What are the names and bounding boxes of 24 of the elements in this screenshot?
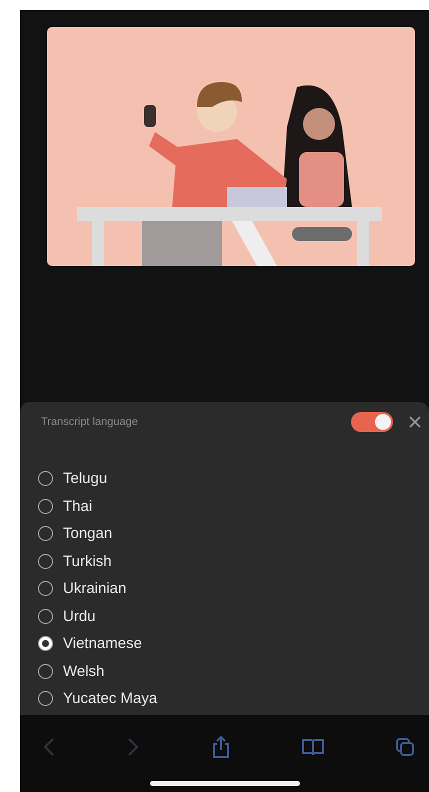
language-label[interactable]: Urdu — [63, 608, 96, 625]
book-icon[interactable] — [300, 737, 325, 757]
language-label[interactable]: Ukrainian — [63, 580, 126, 598]
language-label[interactable]: Yucatec Maya — [63, 690, 158, 708]
radio-button[interactable] — [38, 608, 53, 624]
radio-button[interactable] — [38, 471, 53, 486]
language-label[interactable]: Vietnamese — [63, 635, 142, 652]
language-label[interactable]: Turkish — [63, 552, 112, 570]
language-label[interactable]: Welsh — [63, 662, 104, 680]
radio-button[interactable] — [38, 498, 53, 514]
language-label[interactable]: Thai — [63, 498, 92, 515]
radio-button[interactable] — [38, 581, 53, 596]
panel-title: Transcript language — [41, 416, 139, 428]
radio-button[interactable] — [38, 664, 53, 679]
language-label[interactable]: Telugu — [63, 470, 108, 488]
radio-button[interactable] — [38, 691, 53, 706]
radio-button[interactable] — [38, 526, 53, 542]
toggle-switch[interactable] — [351, 412, 393, 432]
radio-button[interactable] — [38, 636, 53, 652]
close-icon[interactable] — [407, 414, 423, 430]
radio-button[interactable] — [38, 554, 53, 569]
language-label[interactable]: Tongan — [63, 525, 112, 542]
share-icon[interactable] — [210, 735, 230, 759]
tabs-icon[interactable] — [395, 737, 415, 757]
